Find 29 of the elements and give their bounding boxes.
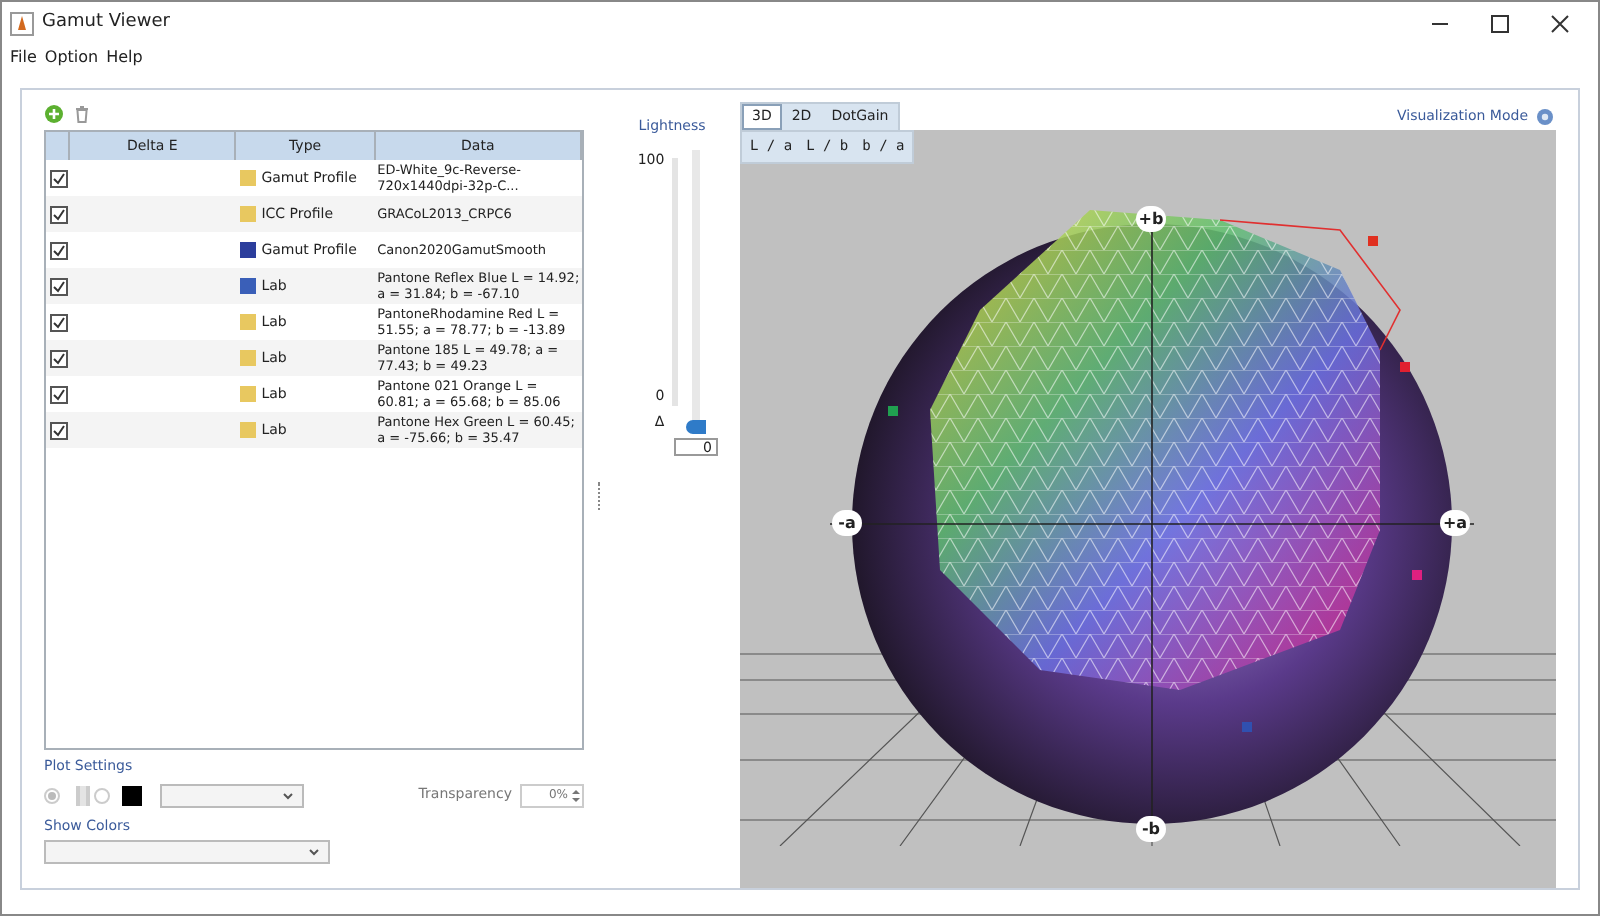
- checkbox[interactable]: [50, 205, 68, 223]
- axis-label: +b: [1136, 206, 1166, 232]
- settings-icon[interactable]: [1536, 108, 1554, 126]
- chevron-down-icon: [282, 791, 294, 799]
- checkbox[interactable]: [50, 349, 68, 367]
- axis-label: -b: [1136, 816, 1166, 842]
- spinner-arrows-icon: [572, 787, 580, 803]
- axis-label: -a: [832, 510, 862, 536]
- slider-thumb[interactable]: [686, 419, 707, 433]
- checkbox[interactable]: [50, 313, 68, 331]
- checkbox[interactable]: [50, 421, 68, 439]
- window-title: Gamut Viewer: [42, 10, 170, 37]
- app-icon: [10, 12, 34, 36]
- menu-item[interactable]: File: [10, 46, 37, 70]
- checkbox[interactable]: [50, 241, 68, 259]
- checkbox[interactable]: [50, 385, 68, 403]
- axis-label: +a: [1440, 510, 1470, 536]
- radio-button[interactable]: [44, 787, 60, 803]
- swatch-icon[interactable]: [76, 785, 90, 805]
- menu-item[interactable]: Option: [44, 46, 99, 70]
- add-icon[interactable]: [44, 104, 64, 124]
- checkbox[interactable]: [50, 169, 68, 187]
- color-swatch[interactable]: [122, 785, 142, 805]
- trash-icon[interactable]: [72, 104, 92, 124]
- checkbox[interactable]: [50, 277, 68, 295]
- splitter-handle[interactable]: [597, 481, 599, 509]
- chevron-down-icon: [308, 848, 320, 856]
- menu-item[interactable]: Help: [106, 46, 143, 70]
- radio-button[interactable]: [94, 787, 110, 803]
